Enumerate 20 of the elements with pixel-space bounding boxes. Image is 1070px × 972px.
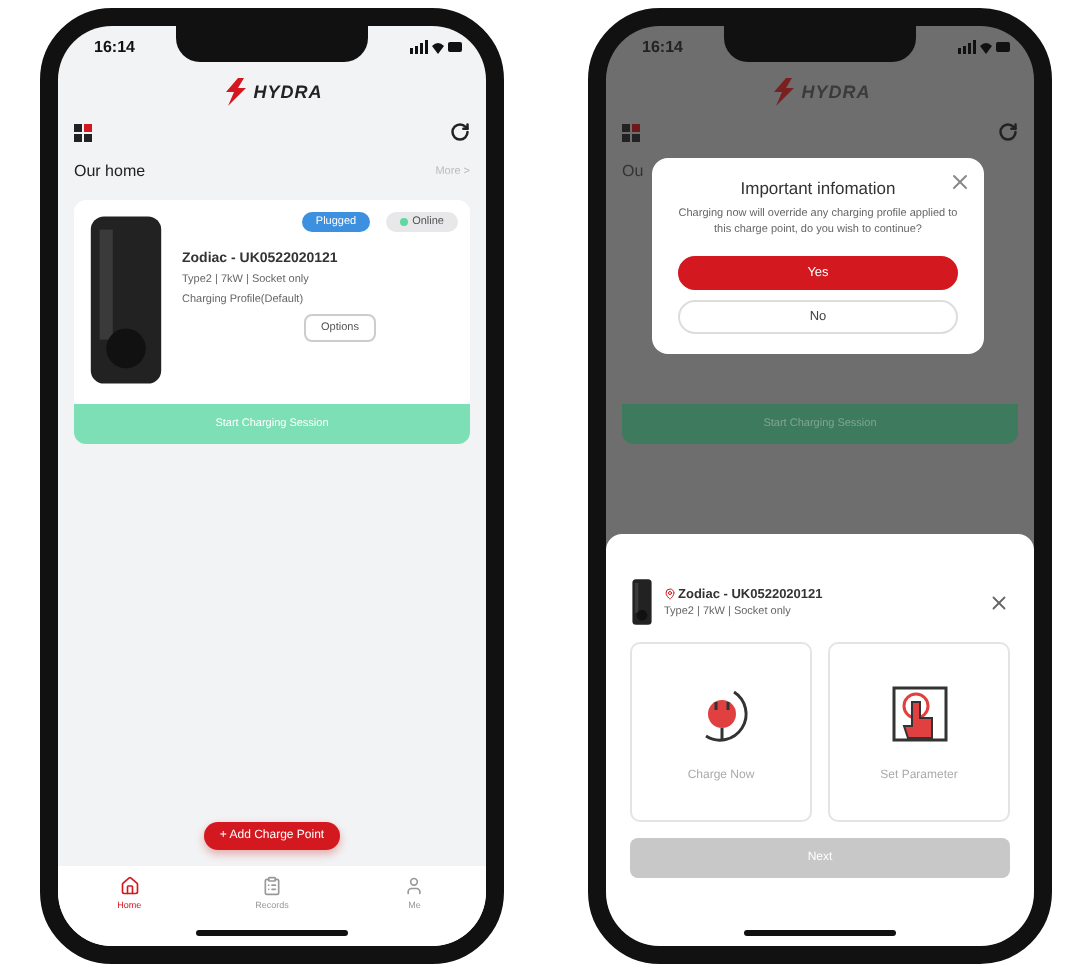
status-icons (958, 40, 1010, 54)
clipboard-icon (261, 876, 282, 896)
location-pin-icon (664, 588, 676, 600)
user-icon (404, 876, 425, 896)
brand-name: HYDRA (253, 82, 323, 102)
grid-icon[interactable] (74, 123, 92, 141)
status-time: 16:14 (94, 38, 135, 56)
charger-drawing (630, 578, 654, 626)
close-icon[interactable] (988, 591, 1010, 613)
status-icons (410, 40, 462, 54)
home-icon (119, 876, 140, 896)
status-time: 16:14 (642, 38, 683, 56)
logo-icon (221, 78, 250, 106)
refresh-icon[interactable] (450, 122, 470, 142)
close-button[interactable] (948, 170, 972, 194)
section-title: Our home (74, 162, 146, 180)
section-title: Ou (622, 162, 644, 180)
dialog-title: Important infomation (740, 178, 896, 198)
logo-icon (769, 78, 798, 106)
touch-icon (887, 682, 951, 746)
